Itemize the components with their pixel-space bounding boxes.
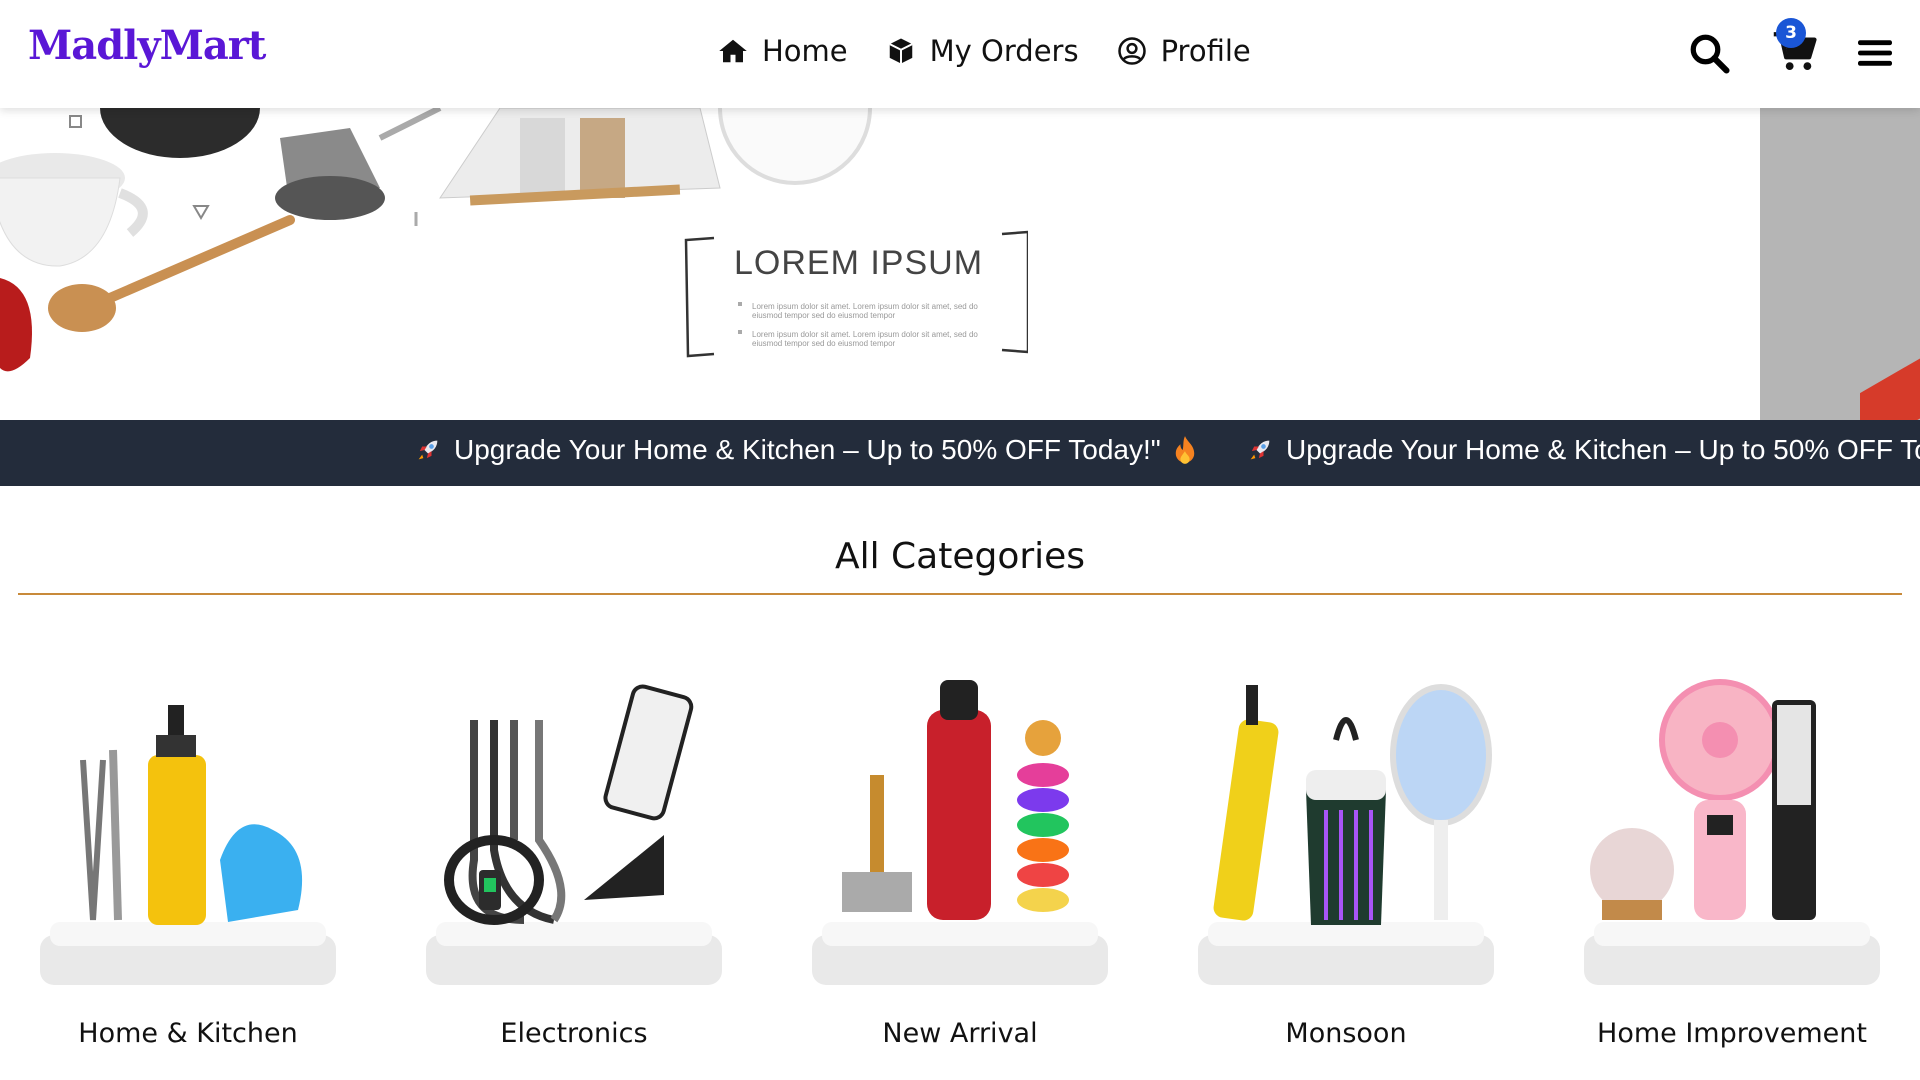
cart-count-badge: 3	[1776, 18, 1806, 48]
nav-profile[interactable]: Profile	[1117, 34, 1251, 68]
search-icon[interactable]	[1688, 32, 1730, 74]
hamburger-menu-icon[interactable]	[1858, 38, 1892, 68]
category-image-monsoon	[1198, 684, 1494, 985]
category-label: Home Improvement	[1597, 1018, 1867, 1049]
category-label: Home & Kitchen	[78, 1018, 298, 1049]
category-image-home-kitchen	[40, 705, 336, 985]
hero-line-1: Lorem ipsum dolor sit amet. Lorem ipsum …	[752, 302, 978, 320]
marquee-text: Upgrade Your Home & Kitchen – Up to 50% …	[454, 434, 1161, 465]
category-image-electronics	[426, 684, 722, 985]
category-grid: Home & Kitchen Electronics New Arrival M…	[0, 640, 1920, 1080]
nav-home[interactable]: Home	[718, 34, 848, 68]
section-divider	[18, 593, 1902, 595]
category-label: Monsoon	[1285, 1018, 1407, 1049]
site-logo[interactable]: MadlyMart	[28, 22, 266, 69]
rocket-icon	[1250, 440, 1270, 460]
home-icon	[719, 39, 747, 63]
nav-my-orders-label: My Orders	[929, 34, 1079, 68]
nav-my-orders[interactable]: My Orders	[886, 34, 1079, 68]
hero-title: LOREM IPSUM	[734, 244, 984, 282]
section-title-all-categories: All Categories	[834, 536, 1086, 577]
nav-home-label: Home	[762, 34, 848, 68]
marquee-item: Upgrade Your Home & Kitchen – Up to 50% …	[1246, 434, 1920, 466]
site-header: MadlyMart Home My Orders Profile 3	[0, 0, 1920, 108]
category-label: Electronics	[500, 1018, 648, 1049]
fire-icon	[1175, 436, 1194, 464]
nav-profile-label: Profile	[1160, 34, 1251, 68]
category-card-electronics[interactable]: Electronics	[414, 640, 734, 1060]
box-icon	[888, 38, 913, 64]
category-image-home-improvement	[1584, 679, 1880, 985]
category-label: New Arrival	[882, 1018, 1038, 1049]
hero-text-box: LOREM IPSUM Lorem ipsum dolor sit amet. …	[684, 230, 1028, 358]
hero-line-2: Lorem ipsum dolor sit amet. Lorem ipsum …	[752, 330, 978, 348]
promo-marquee: Upgrade Your Home & Kitchen – Up to 50% …	[0, 420, 1920, 486]
marquee-item: Upgrade Your Home & Kitchen – Up to 50% …	[414, 434, 1197, 466]
category-card-home-improvement[interactable]: Home Improvement	[1572, 640, 1892, 1060]
hero-banner[interactable]: LOREM IPSUM Lorem ipsum dolor sit amet. …	[0, 108, 1920, 420]
category-card-monsoon[interactable]: Monsoon	[1186, 640, 1506, 1060]
category-card-new-arrival[interactable]: New Arrival	[800, 640, 1120, 1060]
category-image-new-arrival	[812, 680, 1108, 985]
rocket-icon	[418, 440, 438, 460]
category-card-home-kitchen[interactable]: Home & Kitchen	[28, 640, 348, 1060]
main-nav: Home My Orders Profile	[718, 34, 1251, 68]
user-circle-icon	[1117, 37, 1146, 65]
marquee-text: Upgrade Your Home & Kitchen – Up to 50% …	[1286, 434, 1920, 465]
